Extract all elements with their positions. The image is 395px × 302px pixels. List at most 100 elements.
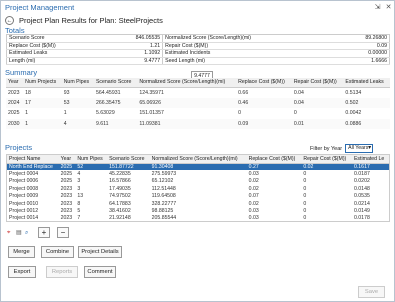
back-arrow-icon[interactable]: ← — [5, 15, 14, 25]
totals-row: Length (mi) 9.4777 Seed Length (mi) 1.6666 — [6, 57, 390, 66]
year-filter-dropdown[interactable]: All Years — [345, 144, 374, 153]
project-management-window: Project Management ⇲ ✕ ← Project Plan Re… — [0, 0, 395, 302]
project-row[interactable]: Project 0009 2023 13 74.97502 119.64508 0.07 0… — [7, 193, 389, 200]
summary-cell: 0.09 — [236, 118, 292, 129]
project-cell: 0.0202 — [353, 178, 370, 185]
project-row[interactable]: Project 0008 2023 3 17.49035 112.51448 0.02 0 0… — [7, 185, 389, 192]
project-row[interactable]: Project 0014 2023 7 21.92148 205.85544 0.03 0 0… — [7, 215, 389, 222]
summary-column-header[interactable]: Normalized Score (Score/Length)(mi) — [137, 78, 237, 88]
project-cell: 0.0214 — [353, 200, 370, 207]
project-row[interactable]: North End Replace 2025 52 151.87722 91.30408… — [7, 163, 389, 171]
summary-cell: 0 — [293, 110, 297, 117]
summary-cell: 0.01 — [291, 118, 344, 129]
window-title: Project Management — [5, 2, 75, 12]
projects-column-header[interactable]: Replace Cost ($(M)) — [246, 155, 302, 164]
summary-cell: 1 — [25, 110, 28, 117]
project-row[interactable]: Project 0010 2023 8 64.17883 328.22777 0.02 0 0… — [7, 200, 389, 207]
projects-heading: Projects — [5, 143, 33, 152]
projects-column-header[interactable]: Scenario Score — [107, 155, 150, 164]
summary-cell: 151.01357 — [139, 110, 164, 117]
summary-cell: 65.06926 — [137, 97, 237, 108]
totals-row: Replace Cost ($(M)) 1.21 Repair Cost ($(M)… — [6, 42, 390, 51]
project-cell: 65.12102 — [151, 178, 174, 185]
projects-table-container[interactable]: Project Name Year Num Pipes Scenario Score N… — [6, 154, 390, 222]
project-cell: 0 — [303, 208, 307, 215]
project-cell: 0.27 — [246, 163, 302, 171]
totals-row: Scenario Score 846.05535 Normalized Score … — [6, 34, 390, 43]
project-cell: 0.0148 — [353, 185, 370, 192]
summary-cell: 2024 — [6, 97, 24, 108]
summary-row[interactable]: 2023 18 93 564.45931 124.35971 0.66 0.04 0.5134 — [6, 87, 390, 98]
totals-label: Normalized Score (Score/Length)(mi) — [162, 34, 339, 43]
summary-column-header[interactable]: Scenario Score — [93, 78, 138, 88]
project-cell: 0.1617 — [351, 163, 389, 171]
projects-column-header[interactable]: Project Name — [7, 155, 59, 164]
zoom-icon[interactable]: ⌕ — [25, 230, 31, 236]
totals-value: 1.6666 — [338, 57, 390, 66]
summary-column-header[interactable]: Year — [6, 78, 24, 88]
project-cell: 0.03 — [248, 208, 259, 215]
remove-project-button[interactable]: − — [57, 227, 69, 238]
export-button[interactable]: Export — [8, 266, 36, 278]
year-filter: Filter by Year All Years — [310, 144, 374, 153]
project-cell: 119.64508 — [151, 193, 176, 200]
summary-column-header[interactable]: Num Projects — [23, 78, 62, 88]
layer-icon[interactable]: ▤ — [16, 230, 22, 236]
summary-column-header[interactable]: Replace Cost ($(M)) — [236, 78, 292, 88]
close-icon[interactable]: ✕ — [383, 2, 394, 13]
summary-cell: 18 — [25, 89, 31, 96]
project-cell: Project 0009 — [9, 193, 39, 200]
project-cell: 0.02 — [301, 163, 352, 171]
project-cell: 4 — [77, 171, 81, 178]
summary-column-header[interactable]: Repair Cost ($(M)) — [291, 78, 344, 88]
merge-button[interactable]: Merge — [8, 246, 35, 258]
summary-cell: 53 — [61, 97, 94, 108]
summary-row[interactable]: 2030 1 4 9.611 11.09381 0.09 0.01 0.0886 — [6, 118, 390, 129]
summary-cell: 4 — [61, 118, 94, 129]
summary-cell: 0.502 — [343, 97, 390, 108]
project-cell: 5 — [77, 208, 81, 215]
projects-column-header[interactable]: Normalized Score (Score/Length)(mi) — [149, 155, 247, 164]
comment-button[interactable]: Comment — [84, 266, 116, 278]
summary-column-header[interactable]: Estimated Leaks — [343, 78, 390, 88]
summary-cell: 1 — [63, 110, 67, 117]
project-row[interactable]: Project 0006 2025 3 16.57866 65.12102 0.02 0 0.… — [7, 178, 389, 185]
project-details-button[interactable]: Project Details — [78, 246, 122, 258]
project-cell: 38.41602 — [109, 208, 131, 215]
summary-column-header[interactable]: Num Pipes — [61, 78, 94, 88]
projects-column-header[interactable]: Repair Cost ($(M)) — [301, 155, 352, 164]
totals-value: 0.00000 — [338, 49, 390, 58]
project-cell: Project 0008 — [9, 185, 39, 192]
summary-cell: 0.5134 — [345, 89, 362, 96]
project-cell: 0 — [303, 200, 307, 207]
add-project-button[interactable]: + — [38, 227, 50, 238]
combine-button[interactable]: Combine — [41, 246, 74, 258]
projects-column-header[interactable]: Estimated Le — [351, 155, 389, 164]
project-cell: Project 0004 — [9, 171, 39, 178]
summary-row[interactable]: 2025 1 1 5.63029 151.01357 0 0 0.0042 — [6, 108, 390, 119]
project-cell: 2025 — [60, 171, 73, 178]
project-cell: 0.03 — [248, 171, 259, 178]
project-cell: 2023 — [60, 200, 73, 207]
summary-row[interactable]: 2024 17 53 266.35475 65.06926 0.46 0.04 0.502 — [6, 97, 390, 108]
pin-icon[interactable]: ⇲ — [372, 2, 383, 13]
projects-column-header[interactable]: Year — [58, 155, 76, 164]
plan-subtitle: Project Plan Results for Plan: SteelProj… — [19, 15, 163, 25]
map-pin-icon[interactable]: ⌖ — [7, 230, 13, 236]
summary-cell: 2030 — [6, 118, 24, 129]
projects-column-header[interactable]: Num Pipes — [75, 155, 108, 164]
summary-cell: 93 — [63, 89, 70, 96]
sub-header: ← Project Plan Results for Plan: SteelPr… — [1, 14, 394, 26]
project-row[interactable]: Project 0012 2023 5 38.41602 98.88125 0.03 0 0.… — [7, 207, 389, 214]
project-cell: 0.02 — [248, 200, 259, 207]
totals-label: Length (mi) — [6, 57, 107, 66]
project-cell: 2023 — [60, 208, 73, 215]
project-cell: 91.30408 — [149, 163, 247, 171]
project-cell: 0 — [303, 178, 307, 185]
project-row[interactable]: Project 0004 2025 4 45.22835 275.59973 0.03 0 0… — [7, 170, 389, 177]
project-cell: 45.22835 — [109, 171, 131, 178]
project-cell: 7 — [77, 215, 81, 222]
project-cell: 64.17883 — [109, 200, 131, 207]
totals-value: 1.1092 — [106, 49, 164, 58]
project-cell: Project 0010 — [9, 200, 39, 207]
